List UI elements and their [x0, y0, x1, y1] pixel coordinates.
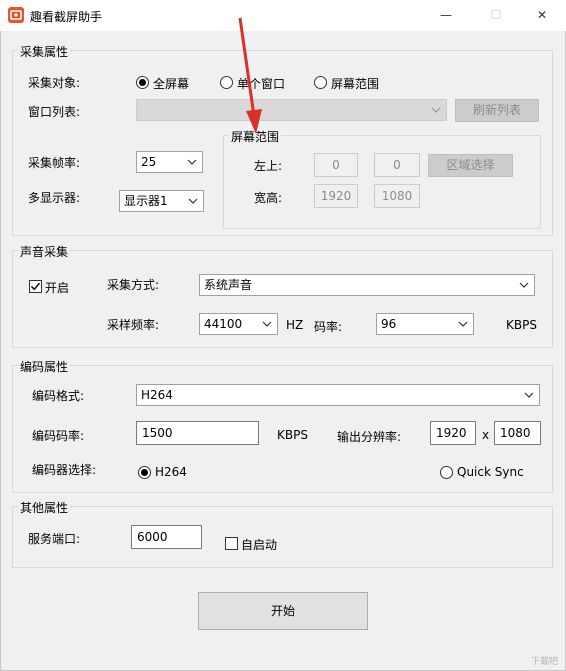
screen-range-group — [223, 135, 541, 229]
chevron-down-icon — [458, 321, 468, 327]
close-button[interactable]: ✕ — [524, 3, 560, 27]
title-bar[interactable]: 趣看截屏助手 — ☐ ✕ — [0, 0, 566, 31]
audio-bitrate-unit: KBPS — [506, 318, 537, 332]
sample-rate-unit: HZ — [286, 318, 304, 332]
output-resolution-label: 输出分辨率: — [337, 430, 402, 444]
region-select-button[interactable]: 区域选择 — [428, 154, 513, 177]
radio-screen-range[interactable] — [314, 76, 327, 89]
encode-group-legend: 编码属性 — [18, 358, 71, 375]
radio-encoder-h264[interactable] — [138, 466, 151, 479]
refresh-list-button[interactable]: 刷新列表 — [455, 99, 539, 122]
radio-fullscreen-label[interactable]: 全屏幕 — [153, 75, 189, 92]
encoder-select-label: 编码器选择: — [32, 463, 97, 477]
range-width-field[interactable]: 1920 — [314, 184, 358, 208]
radio-screen-range-label[interactable]: 屏幕范围 — [331, 75, 379, 92]
range-y-field[interactable]: 0 — [374, 153, 420, 177]
audio-bitrate-value: 96 — [381, 317, 397, 331]
resolution-separator: x — [482, 428, 490, 442]
chevron-down-icon — [431, 107, 441, 113]
fps-value: 25 — [141, 155, 157, 169]
sample-rate-select[interactable]: 44100 — [199, 313, 278, 335]
start-button[interactable]: 开始 — [198, 592, 368, 630]
encode-format-value: H264 — [141, 388, 173, 402]
audio-bitrate-select[interactable]: 96 — [376, 313, 474, 335]
radio-fullscreen[interactable] — [136, 76, 149, 89]
resolution-width-field[interactable]: 1920 — [430, 421, 476, 445]
encode-bitrate-field[interactable]: 1500 — [136, 421, 259, 445]
radio-encoder-h264-label[interactable]: H264 — [155, 465, 187, 479]
audio-bitrate-label: 码率: — [314, 320, 343, 334]
audio-mode-select[interactable]: 系统声音 — [199, 274, 535, 296]
monitor-select[interactable]: 显示器1 — [119, 190, 204, 212]
chevron-down-icon — [519, 282, 529, 288]
audio-mode-value: 系统声音 — [204, 278, 253, 292]
radio-encoder-quicksync-label[interactable]: Quick Sync — [457, 465, 524, 479]
other-group — [12, 506, 553, 568]
encode-bitrate-label: 编码码率: — [32, 429, 85, 443]
annotation-arrow-icon — [238, 17, 262, 134]
other-group-legend: 其他属性 — [18, 499, 71, 516]
chevron-down-icon — [187, 159, 197, 165]
sample-rate-label: 采样频率: — [107, 318, 160, 332]
size-label: 宽高: — [254, 191, 283, 205]
monitor-value: 显示器1 — [124, 194, 168, 208]
checkmark-icon — [30, 282, 41, 291]
resolution-height-field[interactable]: 1080 — [494, 421, 541, 445]
chevron-down-icon — [188, 198, 198, 204]
minimize-button[interactable]: — — [428, 3, 464, 27]
encode-format-label: 编码格式: — [32, 389, 85, 403]
audio-enable-label[interactable]: 开启 — [45, 279, 69, 296]
app-logo-icon — [8, 7, 24, 23]
watermark-logo: 下载吧 — [530, 657, 558, 667]
audio-group-legend: 声音采集 — [18, 243, 71, 260]
autostart-checkbox[interactable] — [225, 537, 238, 550]
audio-enable-checkbox[interactable] — [29, 280, 42, 293]
window-title: 趣看截屏助手 — [30, 10, 103, 24]
range-height-field[interactable]: 1080 — [374, 184, 420, 208]
radio-encoder-quicksync[interactable] — [440, 466, 453, 479]
topleft-label: 左上: — [254, 159, 283, 173]
capture-target-label: 采集对象: — [28, 76, 81, 90]
monitor-label: 多显示器: — [28, 191, 81, 205]
capture-group-legend: 采集属性 — [18, 43, 71, 60]
window-list-select[interactable] — [136, 99, 447, 121]
fps-label: 采集帧率: — [28, 156, 81, 170]
maximize-button[interactable]: ☐ — [478, 3, 514, 27]
service-port-field[interactable]: 6000 — [131, 525, 202, 549]
range-x-field[interactable]: 0 — [314, 153, 358, 177]
audio-mode-label: 采集方式: — [107, 278, 160, 292]
chevron-down-icon — [262, 321, 272, 327]
window-list-label: 窗口列表: — [28, 105, 81, 119]
chevron-down-icon — [524, 392, 534, 398]
sample-rate-value: 44100 — [204, 317, 243, 331]
fps-select[interactable]: 25 — [136, 151, 203, 173]
service-port-label: 服务端口: — [28, 532, 81, 546]
encode-bitrate-unit: KBPS — [277, 428, 308, 442]
encode-format-select[interactable]: H264 — [136, 384, 540, 406]
autostart-label[interactable]: 自启动 — [241, 536, 277, 553]
